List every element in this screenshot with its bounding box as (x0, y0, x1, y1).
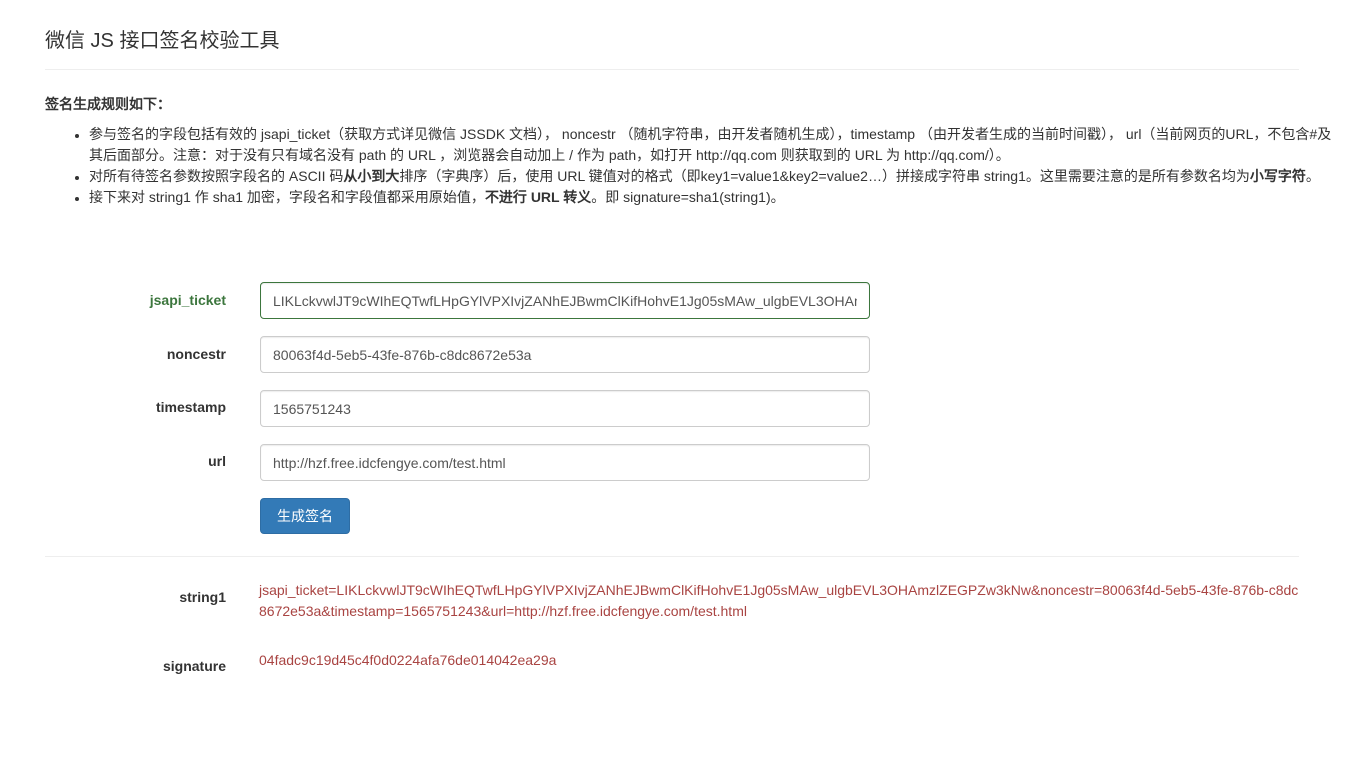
header-divider (45, 69, 1299, 70)
signature-label: signature (162, 658, 226, 674)
noncestr-input[interactable] (260, 336, 870, 373)
noncestr-label: noncestr (166, 346, 226, 362)
rule-item-sort-emphasis: 从小到大 (343, 168, 400, 184)
url-label: url (208, 453, 226, 469)
url-input[interactable] (260, 444, 870, 481)
page-title: 微信 JS 接口签名校验工具 (45, 30, 280, 52)
rule-item-sha1-emphasis: 不进行 URL 转义 (484, 189, 592, 205)
jsapi-ticket-label: jsapi_ticket (149, 292, 226, 308)
rule-item-sort-lowercase: 小写字符 (1249, 168, 1306, 184)
rules-list: 参与签名的字段包括有效的 jsapi_ticket（获取方式详见微信 JSSDK… (45, 124, 1341, 208)
generate-signature-button[interactable]: 生成签名 (260, 498, 350, 534)
rule-item-sha1: 接下来对 string1 作 sha1 加密，字段名和字段值都采用原始值，不进行… (89, 187, 1341, 208)
rule-item-sort-text-before: 对所有待签名参数按照字段名的 ASCII 码 (89, 168, 344, 184)
string1-value: jsapi_ticket=LIKLckvwlJT9cWIhEQTwfLHpGYl… (259, 582, 1299, 619)
timestamp-input[interactable] (260, 390, 870, 427)
string1-label: string1 (179, 589, 226, 605)
rule-item-sort-text-mid: 排序（字典序）后，使用 URL 键值对的格式（即key1=value1&key2… (399, 168, 1250, 184)
rule-item-sha1-text-after: 。即 signature=sha1(string1)。 (591, 189, 785, 205)
signature-value: 04fadc9c19d45c4f0d0224afa76de014042ea29a (259, 652, 557, 668)
rule-item-sort: 对所有待签名参数按照字段名的 ASCII 码从小到大排序（字典序）后，使用 UR… (89, 166, 1341, 187)
rule-item-fields: 参与签名的字段包括有效的 jsapi_ticket（获取方式详见微信 JSSDK… (89, 124, 1341, 166)
result-divider (45, 556, 1299, 557)
rule-item-sort-text-after: 。 (1305, 168, 1320, 184)
timestamp-label: timestamp (155, 399, 226, 415)
rules-heading: 签名生成规则如下： (45, 96, 171, 112)
rule-item-sha1-text-before: 接下来对 string1 作 sha1 加密，字段名和字段值都采用原始值， (89, 189, 485, 205)
rule-item-fields-text: 参与签名的字段包括有效的 jsapi_ticket（获取方式详见微信 JSSDK… (89, 126, 1332, 163)
jsapi-ticket-input[interactable] (260, 282, 870, 319)
